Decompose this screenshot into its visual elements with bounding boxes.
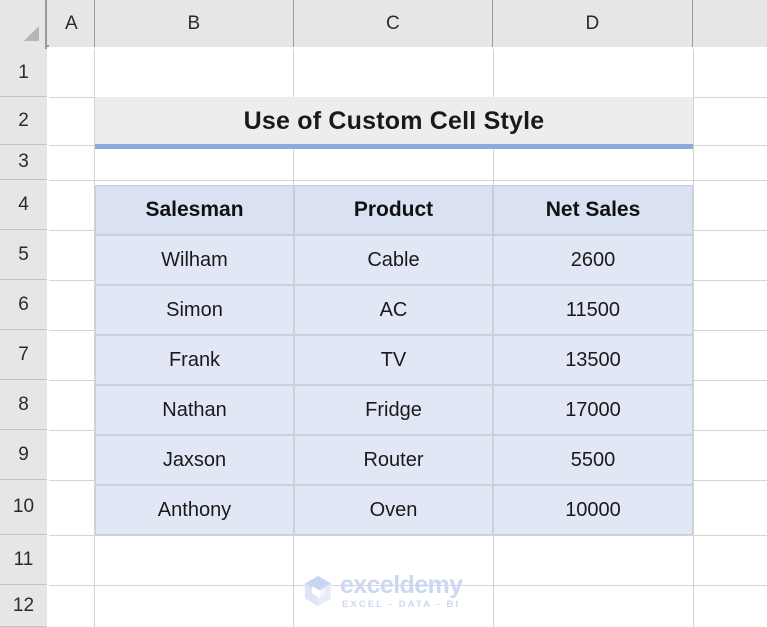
table-cell-salesman[interactable]: Simon (95, 285, 294, 335)
row-header-label: 4 (18, 193, 29, 215)
table-cell-net-sales[interactable]: 5500 (493, 435, 693, 485)
column-header-b[interactable]: B (95, 0, 294, 47)
row-header-label: 7 (18, 343, 29, 365)
column-header-e[interactable] (693, 0, 767, 47)
table-cell-product[interactable]: TV (294, 335, 493, 385)
table-title-text: Use of Custom Cell Style (243, 106, 545, 135)
row-header-5[interactable]: 5 (0, 230, 47, 280)
table-cell-salesman[interactable]: Frank (95, 335, 294, 385)
table-cell-salesman[interactable]: Jaxson (95, 435, 294, 485)
row-header-11[interactable]: 11 (0, 535, 47, 585)
cell-text: 13500 (565, 348, 621, 371)
row-header-label: 3 (18, 151, 29, 172)
gridline-horizontal (49, 585, 767, 586)
row-header-6[interactable]: 6 (0, 280, 47, 330)
cell-text: Frank (168, 348, 221, 371)
table-column-header-net-sales[interactable]: Net Sales (493, 185, 693, 235)
cell-text: 2600 (570, 248, 616, 271)
row-header-label: 12 (12, 594, 35, 616)
row-header-label: 1 (18, 61, 29, 83)
row-header-1[interactable]: 1 (0, 49, 47, 97)
row-header-2[interactable]: 2 (0, 97, 47, 145)
column-header-letter: D (585, 12, 600, 34)
table-cell-net-sales[interactable]: 17000 (493, 385, 693, 435)
row-header-label: 5 (18, 243, 29, 265)
column-header-label: Net Sales (545, 198, 641, 221)
table-cell-salesman[interactable]: Anthony (95, 485, 294, 535)
table-cell-net-sales[interactable]: 13500 (493, 335, 693, 385)
cell-text: 11500 (565, 298, 621, 321)
cell-text: Oven (369, 498, 418, 521)
cell-text: Fridge (365, 398, 422, 421)
column-header-a[interactable]: A (49, 0, 95, 47)
cell-text: 5500 (570, 448, 616, 471)
table-cell-net-sales[interactable]: 2600 (493, 235, 693, 285)
table-column-header-product[interactable]: Product (294, 185, 493, 235)
table-cell-product[interactable]: Cable (294, 235, 493, 285)
column-header-c[interactable]: C (294, 0, 493, 47)
gridline-vertical (693, 49, 694, 627)
column-header-letter: A (65, 12, 78, 34)
cell-text: Nathan (162, 398, 227, 421)
spreadsheet-canvas: Use of Custom Cell Style Salesman Produc… (0, 0, 767, 627)
row-header-4[interactable]: 4 (0, 180, 47, 230)
table-cell-net-sales[interactable]: 10000 (493, 485, 693, 535)
table-cell-net-sales[interactable]: 11500 (493, 285, 693, 335)
column-header-label: Salesman (145, 198, 244, 221)
cell-text: Jaxson (162, 448, 227, 471)
select-all-triangle-icon (24, 26, 39, 41)
table-cell-product[interactable]: Router (294, 435, 493, 485)
row-header-label: 10 (12, 496, 35, 517)
row-header-label: 6 (18, 293, 29, 315)
column-header-letter: B (187, 12, 201, 34)
table-title-cell[interactable]: Use of Custom Cell Style (95, 97, 693, 145)
row-header-label: 9 (18, 443, 29, 465)
column-header-d[interactable]: D (493, 0, 693, 47)
row-header-10[interactable]: 10 (0, 480, 47, 535)
row-header-9[interactable]: 9 (0, 430, 47, 480)
table-cell-salesman[interactable]: Nathan (95, 385, 294, 435)
gridline-horizontal (49, 535, 767, 536)
column-header-label: Product (353, 198, 434, 221)
row-header-12[interactable]: 12 (0, 585, 47, 627)
cell-text: 17000 (565, 398, 621, 421)
column-header-letter: C (385, 12, 401, 34)
cell-text: AC (379, 298, 408, 321)
cell-text: Router (363, 448, 424, 471)
table-title-underline (95, 144, 693, 149)
row-header-label: 8 (18, 393, 29, 415)
table-column-header-salesman[interactable]: Salesman (95, 185, 294, 235)
cell-text: Anthony (157, 498, 232, 521)
cell-text: 10000 (565, 498, 621, 521)
cell-text: Wilham (161, 248, 228, 271)
select-all-corner[interactable] (0, 0, 47, 47)
row-header-label: 11 (13, 548, 34, 570)
table-cell-product[interactable]: Fridge (294, 385, 493, 435)
table-cell-product[interactable]: Oven (294, 485, 493, 535)
table-cell-salesman[interactable]: Wilham (95, 235, 294, 285)
gridline-horizontal (49, 180, 767, 181)
row-header-3[interactable]: 3 (0, 145, 47, 180)
row-header-label: 2 (18, 109, 29, 131)
row-header-7[interactable]: 7 (0, 330, 47, 380)
table-cell-product[interactable]: AC (294, 285, 493, 335)
row-header-8[interactable]: 8 (0, 380, 47, 430)
cell-text: Simon (166, 298, 223, 321)
cell-text: TV (380, 348, 407, 371)
cell-text: Cable (367, 248, 420, 271)
